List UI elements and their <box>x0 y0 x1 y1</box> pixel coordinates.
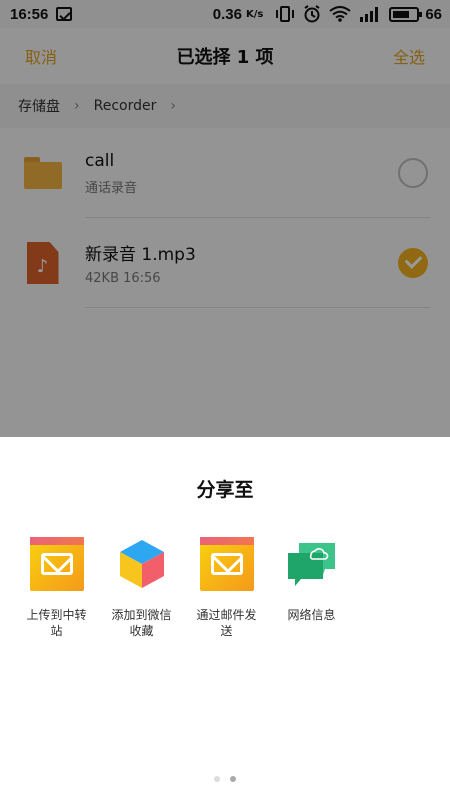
network-speed-unit: K/s <box>245 8 264 20</box>
share-sheet: 分享至 上传到中转站 添加到微信收藏 通过邮件发送 网络信息 <box>0 437 450 800</box>
list-item[interactable]: ♪ 新录音 1.mp3 42KB 16:56 <box>0 218 450 308</box>
cancel-button[interactable]: 取消 <box>25 44 57 68</box>
battery-icon <box>389 6 423 22</box>
vibrate-icon <box>275 6 295 22</box>
network-speed: 0.36 <box>212 5 242 23</box>
select-checkbox[interactable] <box>398 158 428 188</box>
select-all-button[interactable]: 全选 <box>393 44 425 68</box>
selected-check-icon[interactable] <box>398 248 428 278</box>
alarm-icon <box>303 5 321 23</box>
page-indicator <box>0 776 450 782</box>
status-time: 16:56 <box>10 5 49 23</box>
cube-icon <box>115 537 169 591</box>
file-meta: 通话录音 <box>85 180 138 196</box>
share-target-email[interactable]: 通过邮件发送 <box>184 537 269 639</box>
share-targets: 上传到中转站 添加到微信收藏 通过邮件发送 网络信息 <box>14 537 354 639</box>
share-sheet-title: 分享至 <box>196 479 254 501</box>
mail-icon <box>29 537 84 591</box>
signal-icon <box>359 6 381 22</box>
share-target-label: 通过邮件发送 <box>196 608 257 638</box>
file-meta: 42KB 16:56 <box>85 271 161 286</box>
audio-file-icon: ♪ <box>26 242 59 284</box>
breadcrumb-item-recorder[interactable]: Recorder <box>94 98 157 114</box>
share-target-label: 网络信息 <box>287 608 336 622</box>
battery-level: 66 <box>425 5 442 23</box>
page-dot[interactable] <box>214 776 220 782</box>
chevron-right-icon: › <box>74 98 80 114</box>
wifi-icon <box>329 6 351 22</box>
breadcrumb: 存储盘 › Recorder › <box>0 84 450 128</box>
list-item[interactable]: call 通话录音 <box>0 128 450 218</box>
folder-icon <box>23 157 62 189</box>
page-dot-active[interactable] <box>230 776 236 782</box>
page-title: 已选择 1 项 <box>176 47 274 68</box>
share-target-label: 添加到微信收藏 <box>111 608 172 638</box>
share-target-transfer-station[interactable]: 上传到中转站 <box>14 537 99 639</box>
selection-header: 取消 已选择 1 项 全选 <box>0 28 450 84</box>
file-name: call <box>85 150 115 171</box>
share-target-label: 上传到中转站 <box>26 608 87 638</box>
share-target-network-message[interactable]: 网络信息 <box>269 537 354 639</box>
chevron-right-icon: › <box>170 98 176 114</box>
breadcrumb-item-storage[interactable]: 存储盘 <box>18 96 60 116</box>
notification-icon <box>56 7 73 21</box>
share-target-wechat-favorites[interactable]: 添加到微信收藏 <box>99 537 184 639</box>
file-name: 新录音 1.mp3 <box>85 245 196 265</box>
file-manager-screen: 16:56 0.36 K/s 66 取消 已选择 1 项 全选 存储盘 › Re… <box>0 0 450 437</box>
mail-icon <box>199 537 254 591</box>
status-bar: 16:56 0.36 K/s 66 <box>0 0 450 28</box>
divider <box>85 307 430 308</box>
cloud-chat-icon <box>285 537 339 591</box>
